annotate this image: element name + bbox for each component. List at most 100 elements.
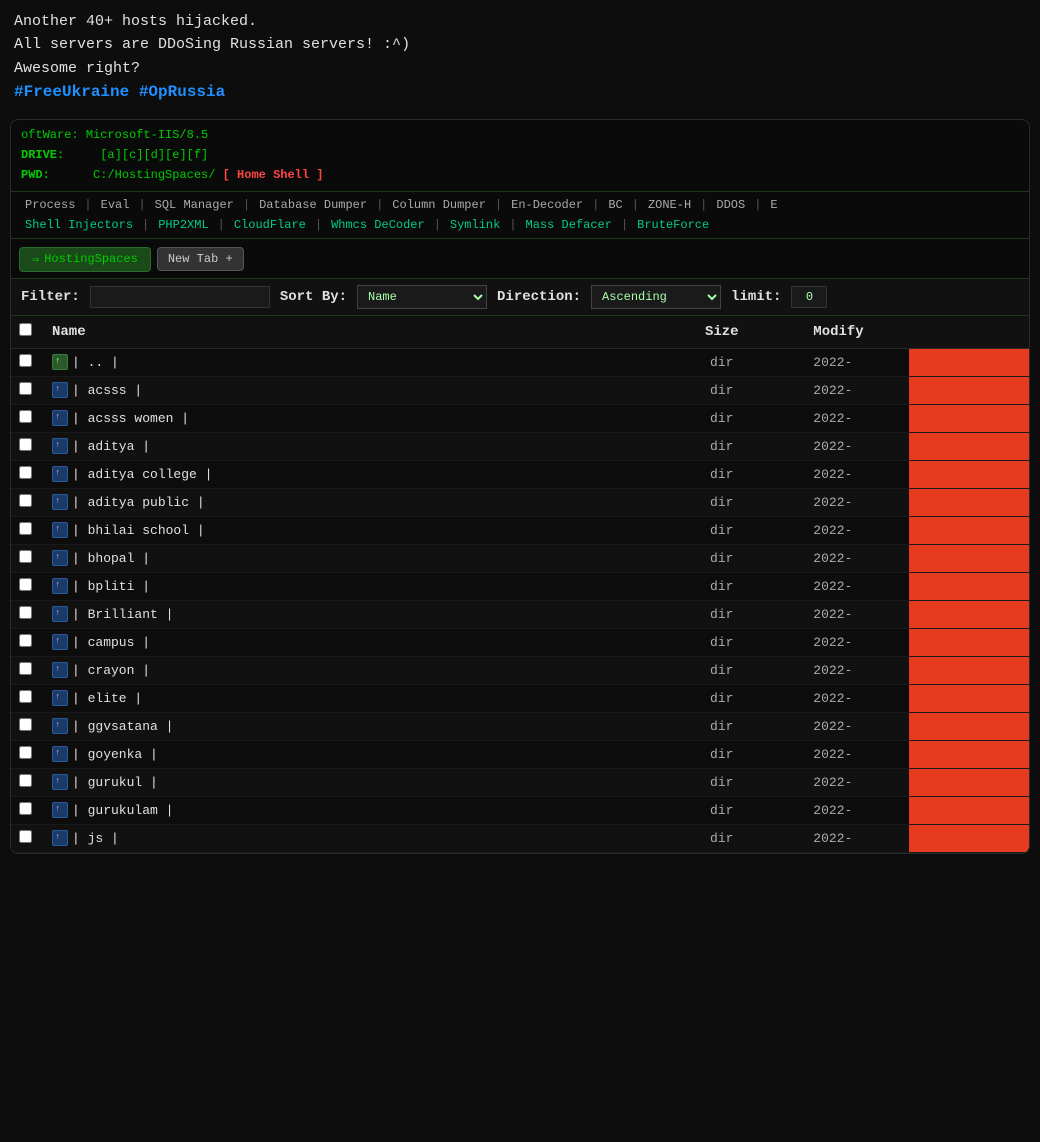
file-modify: 2022- [805, 824, 1029, 852]
file-name[interactable]: | ggvsatana | [72, 719, 173, 734]
name-cell: | elite | [52, 690, 630, 706]
file-name[interactable]: | crayon | [72, 663, 150, 678]
table-row: | js | dir2022- [11, 824, 1029, 852]
row-checkbox[interactable] [19, 410, 32, 423]
nav-php2xml[interactable]: PHP2XML [150, 216, 216, 234]
name-cell: | Brilliant | [52, 606, 630, 622]
folder-icon [52, 606, 68, 622]
limit-label: limit: [731, 289, 781, 305]
nav-mass-defacer[interactable]: Mass Defacer [518, 216, 620, 234]
red-overlay [909, 461, 1029, 488]
file-name[interactable]: | goyenka | [72, 747, 158, 762]
file-name[interactable]: | aditya public | [72, 495, 205, 510]
row-checkbox[interactable] [19, 802, 32, 815]
file-size: dir [638, 376, 805, 404]
red-overlay [909, 713, 1029, 740]
file-name[interactable]: | elite | [72, 691, 142, 706]
file-modify: 2022- [805, 544, 1029, 572]
up-icon [52, 354, 68, 370]
folder-icon [52, 774, 68, 790]
table-row: | gurukulam |dir2022- [11, 796, 1029, 824]
sort-by-label: Sort By: [280, 289, 347, 305]
pwd-shell: [ Home Shell ] [223, 168, 324, 182]
name-cell: | crayon | [52, 662, 630, 678]
nav-shell-injectors[interactable]: Shell Injectors [17, 216, 141, 234]
folder-icon [52, 438, 68, 454]
file-name[interactable]: | bpliti | [72, 579, 150, 594]
file-name[interactable]: | aditya college | [72, 467, 212, 482]
file-name[interactable]: | .. | [72, 355, 119, 370]
file-size: dir [638, 348, 805, 376]
row-checkbox[interactable] [19, 578, 32, 591]
software-label: oftWare: [21, 128, 79, 142]
row-checkbox[interactable] [19, 830, 32, 843]
nav-ddos[interactable]: DDOS [708, 196, 753, 214]
folder-icon [52, 494, 68, 510]
table-row: | acsss women |dir2022- [11, 404, 1029, 432]
file-name[interactable]: | bhopal | [72, 551, 150, 566]
nav-zone-h[interactable]: ZONE-H [640, 196, 699, 214]
file-size: dir [638, 824, 805, 852]
row-checkbox[interactable] [19, 494, 32, 507]
nav-whmcs-decoder[interactable]: Whmcs DeCoder [323, 216, 433, 234]
limit-input[interactable] [791, 286, 827, 308]
row-checkbox[interactable] [19, 774, 32, 787]
file-name[interactable]: | Brilliant | [72, 607, 173, 622]
nav-en-decoder[interactable]: En-Decoder [503, 196, 591, 214]
file-name[interactable]: | gurukulam | [72, 803, 173, 818]
row-checkbox[interactable] [19, 606, 32, 619]
file-size: dir [638, 544, 805, 572]
row-checkbox[interactable] [19, 354, 32, 367]
file-name[interactable]: | aditya | [72, 439, 150, 454]
file-name[interactable]: | bhilai school | [72, 523, 205, 538]
row-checkbox[interactable] [19, 746, 32, 759]
nav-bruteforce[interactable]: BruteForce [629, 216, 717, 234]
nav-bc[interactable]: BC [600, 196, 630, 214]
modify-text: 2022- [813, 579, 852, 594]
folder-icon [52, 634, 68, 650]
file-modify: 2022- [805, 796, 1029, 824]
name-cell: | aditya | [52, 438, 630, 454]
red-overlay [909, 769, 1029, 796]
folder-icon [52, 522, 68, 538]
table-row: | bpliti |dir2022- [11, 572, 1029, 600]
modify-text: 2022- [813, 495, 852, 510]
filter-input[interactable] [90, 286, 270, 308]
nav-cloudflare[interactable]: CloudFlare [226, 216, 314, 234]
row-checkbox[interactable] [19, 718, 32, 731]
folder-icon [52, 690, 68, 706]
modify-text: 2022- [813, 691, 852, 706]
row-checkbox[interactable] [19, 438, 32, 451]
file-modify: 2022- [805, 572, 1029, 600]
nav-column-dumper[interactable]: Column Dumper [384, 196, 494, 214]
new-tab-button[interactable]: New Tab + [157, 247, 244, 271]
nav-database-dumper[interactable]: Database Dumper [251, 196, 375, 214]
nav-e[interactable]: E [762, 196, 785, 214]
nav-sql-manager[interactable]: SQL Manager [147, 196, 242, 214]
select-all-checkbox[interactable] [19, 323, 32, 336]
file-name[interactable]: | js | [72, 831, 119, 846]
file-size: dir [638, 600, 805, 628]
row-checkbox[interactable] [19, 662, 32, 675]
red-overlay [909, 685, 1029, 712]
direction-select[interactable]: Ascending Descending [591, 285, 721, 309]
nav-symlink[interactable]: Symlink [442, 216, 508, 234]
row-checkbox[interactable] [19, 522, 32, 535]
modify-text: 2022- [813, 719, 852, 734]
nav-eval[interactable]: Eval [93, 196, 138, 214]
table-row: | aditya college |dir2022- [11, 460, 1029, 488]
row-checkbox[interactable] [19, 466, 32, 479]
tab-hostingspaces[interactable]: ⇒ HostingSpaces [19, 247, 151, 272]
name-cell: | ggvsatana | [52, 718, 630, 734]
nav-process[interactable]: Process [17, 196, 83, 214]
file-name[interactable]: | gurukul | [72, 775, 158, 790]
row-checkbox[interactable] [19, 690, 32, 703]
file-name[interactable]: | acsss | [72, 383, 142, 398]
file-name[interactable]: | campus | [72, 635, 150, 650]
file-modify: 2022- [805, 768, 1029, 796]
row-checkbox[interactable] [19, 550, 32, 563]
file-name[interactable]: | acsss women | [72, 411, 189, 426]
row-checkbox[interactable] [19, 382, 32, 395]
sort-by-select[interactable]: Name Size Modify [357, 285, 487, 309]
row-checkbox[interactable] [19, 634, 32, 647]
